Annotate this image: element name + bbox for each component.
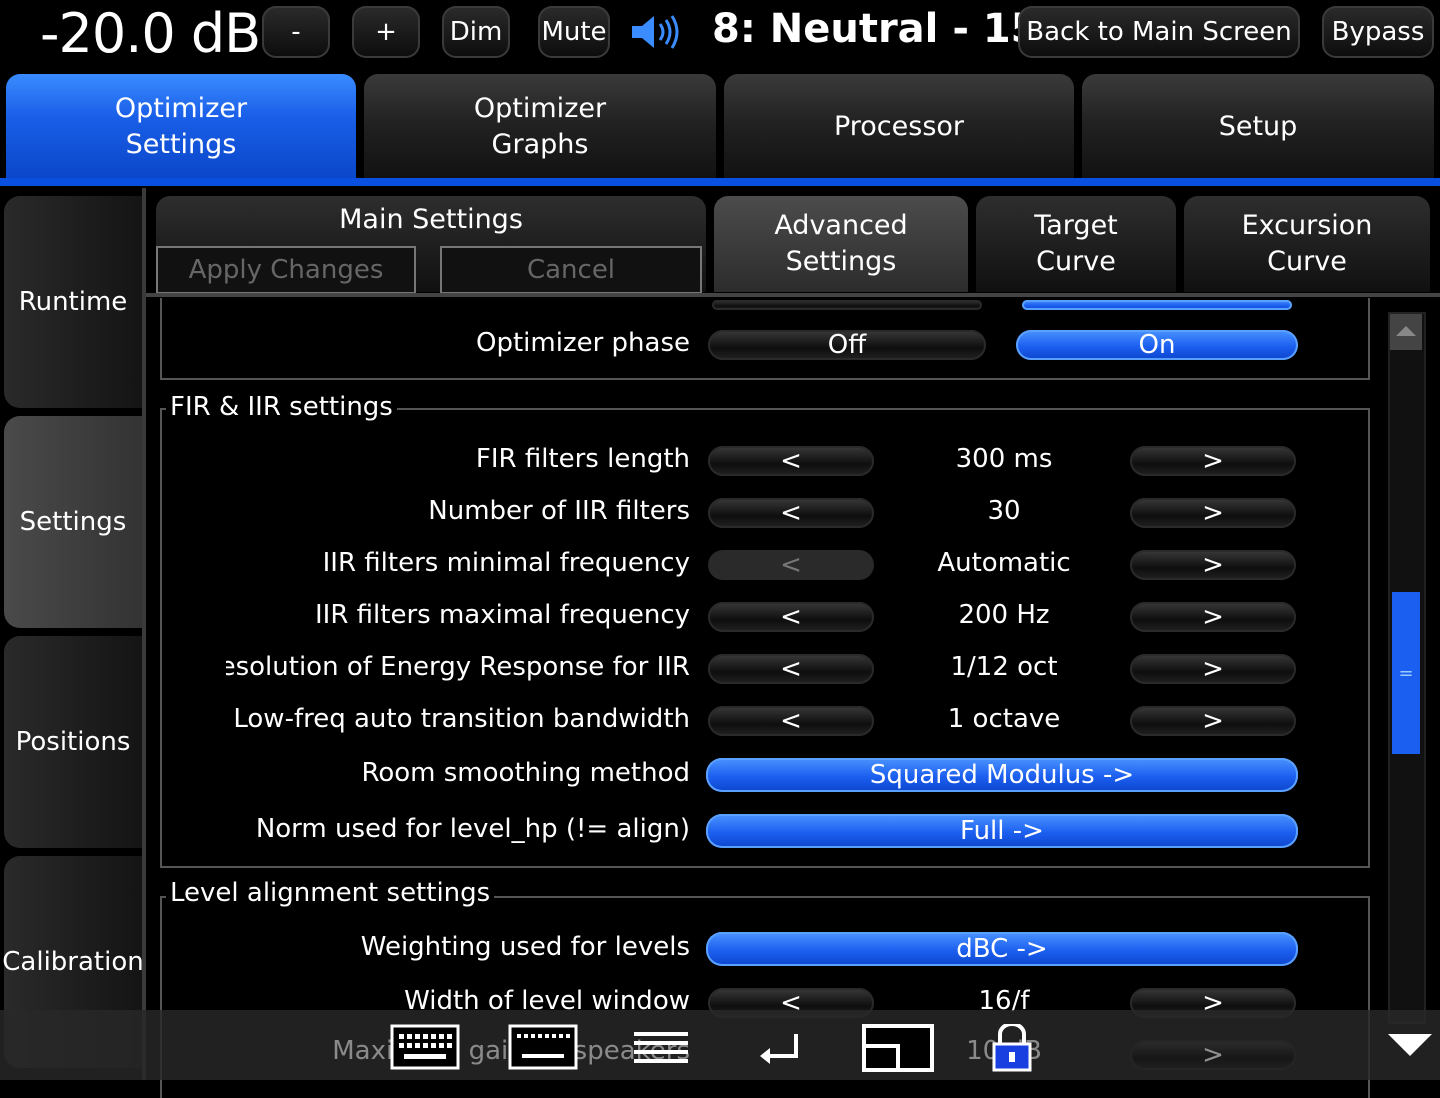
side-divider xyxy=(142,188,146,1080)
compact-keyboard-icon[interactable] xyxy=(508,1024,578,1070)
dim-button[interactable]: Dim xyxy=(442,6,510,58)
setting-value: 200 Hz xyxy=(958,600,1050,630)
fir-iir-group xyxy=(160,408,1370,868)
decrease-button[interactable]: < xyxy=(708,654,874,684)
scroll-up-button[interactable] xyxy=(1390,314,1422,350)
cut-off-toggle[interactable] xyxy=(712,300,982,310)
preset-name[interactable]: 8: Neutral - 150 xyxy=(712,6,1066,52)
tab-label: Optimizer xyxy=(114,93,248,124)
setting-value: Automatic xyxy=(937,548,1071,578)
speaker-volume-icon[interactable] xyxy=(630,12,686,52)
tab-label: Setup xyxy=(1218,111,1298,142)
setting-label: Resolution of Energy Response for IIR xyxy=(226,652,690,682)
level-alignment-title: Level alignment settings xyxy=(166,878,495,908)
tab-label: Curve xyxy=(1267,246,1347,277)
setting-value: 1/12 oct xyxy=(950,652,1058,682)
decrease-button[interactable]: < xyxy=(708,602,874,632)
tab-label: Settings xyxy=(785,246,897,277)
tab-optimizer-graphs[interactable]: Optimizer Graphs xyxy=(364,74,716,180)
subtab-main-settings-label: Main Settings xyxy=(339,204,523,235)
increase-button[interactable]: > xyxy=(1130,446,1296,476)
bypass-button[interactable]: Bypass xyxy=(1322,6,1434,58)
subtab-advanced-settings[interactable]: Advanced Settings xyxy=(714,196,968,292)
tab-label: Advanced xyxy=(774,210,908,241)
subtab-underline xyxy=(146,293,1440,297)
scrollbar-thumb[interactable]: = xyxy=(1392,592,1420,754)
tab-label: Settings xyxy=(125,129,237,160)
subtab-target-curve[interactable]: Target Curve xyxy=(976,196,1176,292)
tab-processor[interactable]: Processor xyxy=(724,74,1074,180)
fir-iir-title: FIR & IIR settings xyxy=(166,392,397,422)
weighting-label: Weighting used for levels xyxy=(360,932,690,962)
increase-button[interactable]: > xyxy=(1130,1040,1296,1070)
setting-label: IIR filters maximal frequency xyxy=(315,600,690,630)
decrease-button-disabled[interactable]: < xyxy=(708,550,874,580)
arrow-down-icon[interactable] xyxy=(1386,1032,1434,1058)
optimizer-phase-on-button[interactable]: On xyxy=(1016,330,1298,360)
main-tab-underline xyxy=(0,178,1440,186)
window-icon[interactable] xyxy=(862,1024,934,1072)
tab-label: Optimizer xyxy=(473,93,607,124)
tab-label: Target xyxy=(1034,210,1118,241)
setting-value: 1 octave xyxy=(947,704,1061,734)
optimizer-phase-label: Optimizer phase xyxy=(476,328,690,358)
tab-label: Excursion xyxy=(1241,210,1373,241)
increase-button[interactable]: > xyxy=(1130,706,1296,736)
tab-label: Curve xyxy=(1036,246,1116,277)
tab-label: Graphs xyxy=(491,129,589,160)
decrease-button[interactable]: < xyxy=(708,498,874,528)
tab-label: Processor xyxy=(833,111,965,142)
back-to-main-button[interactable]: Back to Main Screen xyxy=(1018,6,1300,58)
volume-down-button[interactable]: - xyxy=(262,6,330,58)
subtab-excursion-curve[interactable]: Excursion Curve xyxy=(1184,196,1430,292)
tab-optimizer-settings[interactable]: Optimizer Settings xyxy=(6,74,356,180)
side-tab-positions[interactable]: Positions xyxy=(4,636,142,848)
enter-icon[interactable] xyxy=(758,1030,802,1068)
cut-off-toggle-active[interactable] xyxy=(1022,300,1292,310)
volume-readout: -20.0 dB xyxy=(40,2,261,65)
setting-label: Number of IIR filters xyxy=(428,496,690,526)
room-smoothing-label: Room smoothing method xyxy=(361,758,690,788)
top-bar: -20.0 dB - + Dim Mute 8: Neutral - 150 B… xyxy=(0,0,1440,66)
setting-label: FIR filters length xyxy=(475,444,690,474)
increase-button[interactable]: > xyxy=(1130,498,1296,528)
apply-changes-button[interactable]: Apply Changes xyxy=(156,246,416,294)
norm-button[interactable]: Full -> xyxy=(706,814,1298,848)
cancel-button[interactable]: Cancel xyxy=(440,246,702,294)
room-smoothing-button[interactable]: Squared Modulus -> xyxy=(706,758,1298,792)
increase-button[interactable]: > xyxy=(1130,654,1296,684)
side-tab-runtime[interactable]: Runtime xyxy=(4,196,142,408)
setting-label: Low-freq auto transition bandwidth xyxy=(233,704,690,734)
optimizer-phase-off-button[interactable]: Off xyxy=(708,330,986,360)
volume-up-button[interactable]: + xyxy=(352,6,420,58)
weighting-button[interactable]: dBC -> xyxy=(706,932,1298,966)
decrease-button[interactable]: < xyxy=(708,706,874,736)
norm-label: Norm used for level_hp (!= align) xyxy=(255,814,690,844)
list-icon[interactable] xyxy=(634,1032,688,1066)
decrease-button[interactable]: < xyxy=(708,446,874,476)
setting-value: 30 xyxy=(987,496,1021,526)
tab-setup[interactable]: Setup xyxy=(1082,74,1434,180)
lock-icon[interactable] xyxy=(990,1024,1034,1072)
setting-value: 300 ms xyxy=(955,444,1053,474)
increase-button[interactable]: > xyxy=(1130,602,1296,632)
side-tab-settings[interactable]: Settings xyxy=(4,416,142,628)
increase-button[interactable]: > xyxy=(1130,550,1296,580)
setting-label: IIR filters minimal frequency xyxy=(322,548,690,578)
arrow-up-icon xyxy=(1396,326,1416,336)
keyboard-icon[interactable] xyxy=(390,1024,460,1070)
mute-button[interactable]: Mute xyxy=(538,6,610,58)
